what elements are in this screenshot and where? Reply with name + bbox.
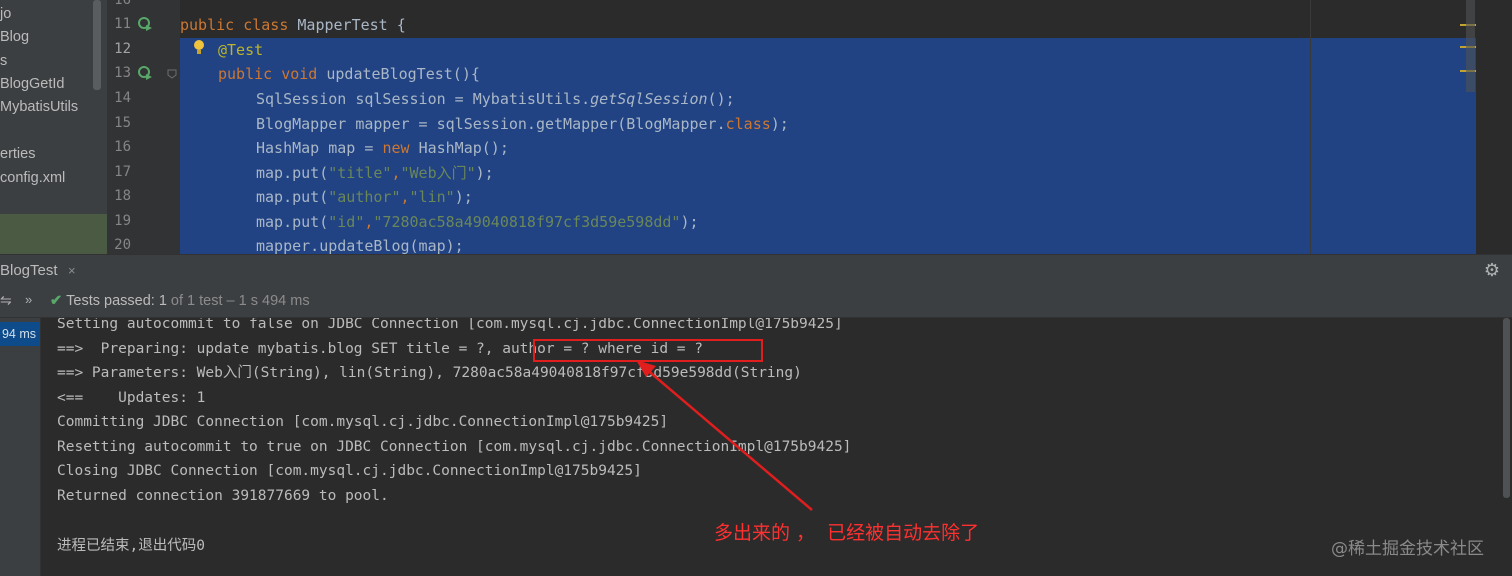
right-margin-guide <box>1310 0 1311 254</box>
code-line-15: BlogMapper mapper = sqlSession.getMapper… <box>256 115 789 133</box>
sidebar-selection <box>0 214 107 254</box>
console-line: ==> Parameters: Web入门(String), lin(Strin… <box>57 365 802 381</box>
fold-icon[interactable] <box>166 68 178 80</box>
sort-icon[interactable]: ⇋ <box>0 292 12 309</box>
sidebar-item[interactable]: config.xml <box>0 167 65 189</box>
highlight-box <box>533 339 763 362</box>
code-line-12: @Test <box>218 41 264 59</box>
sidebar-scrollbar[interactable] <box>93 0 101 90</box>
tab-label: BlogTest <box>0 262 58 279</box>
run-test-icon[interactable] <box>137 16 153 32</box>
line-number: 13 <box>114 65 131 81</box>
chevron-right-icon[interactable]: » <box>25 292 32 307</box>
close-icon[interactable]: × <box>68 255 76 286</box>
gear-icon[interactable]: ⚙ <box>1484 260 1500 281</box>
sidebar-item[interactable]: s <box>0 50 7 72</box>
console-line: Committing JDBC Connection [com.mysql.cj… <box>57 414 669 430</box>
sidebar-item[interactable]: BlogGetId <box>0 73 65 95</box>
line-number: 15 <box>114 115 131 131</box>
line-number: 16 <box>114 0 131 8</box>
sidebar-item[interactable]: jo <box>0 3 11 25</box>
run-tool-window-header: BlogTest × ⚙ <box>0 254 1512 289</box>
tab-blogtest[interactable]: BlogTest <box>0 255 64 289</box>
console-output[interactable]: Setting autocommit to false on JDBC Conn… <box>41 318 1501 576</box>
console-line: 进程已结束,退出代码0 <box>57 538 205 554</box>
line-number: 19 <box>114 213 131 229</box>
sidebar-item[interactable]: Blog <box>0 26 29 48</box>
code-editor[interactable]: public class MapperTest { @Test public v… <box>180 0 1512 254</box>
console-line: Closing JDBC Connection [com.mysql.cj.jd… <box>57 463 642 479</box>
code-line-13: public void updateBlogTest(){ <box>218 65 480 83</box>
sidebar-item[interactable]: erties <box>0 143 35 165</box>
code-line-20: mapper.updateBlog(map); <box>256 237 464 254</box>
check-icon: ✔ <box>50 293 63 309</box>
line-number: 17 <box>114 164 131 180</box>
status-detail: of 1 test – 1 s 494 ms <box>166 293 310 309</box>
code-line-19: map.put("id","7280ac58a49040818f97cf3d59… <box>256 213 699 231</box>
code-line-11: public class MapperTest { <box>180 16 406 34</box>
test-status-bar: ⇋ » ✔ Tests passed: 1 of 1 test – 1 s 494… <box>0 286 1512 318</box>
test-status: ✔ Tests passed: 1 of 1 test – 1 s 494 ms <box>50 286 310 316</box>
console-line: Resetting autocommit to true on JDBC Con… <box>57 439 852 455</box>
console-line: Setting autocommit to false on JDBC Conn… <box>57 318 843 332</box>
line-number: 16 <box>114 139 131 155</box>
line-number: 11 <box>114 16 131 32</box>
editor-scrollbar-thumb[interactable] <box>1466 0 1475 92</box>
watermark: @稀土掘金技术社区 <box>1331 539 1484 559</box>
sidebar-item[interactable]: MybatisUtils <box>0 96 78 118</box>
line-number: 20 <box>114 237 131 253</box>
line-number: 12 <box>114 41 131 57</box>
code-line-18: map.put("author","lin"); <box>256 188 473 206</box>
line-number: 14 <box>114 90 131 106</box>
status-main: Tests passed: 1 <box>66 293 167 309</box>
intention-bulb-icon[interactable] <box>192 39 204 57</box>
run-test-icon[interactable] <box>137 65 153 81</box>
code-line-17: map.put("title","Web入门"); <box>256 164 494 182</box>
console-scrollbar-thumb[interactable] <box>1503 318 1510 498</box>
test-duration: 94 ms <box>1 327 36 341</box>
console-line: <== Updates: 1 <box>57 390 206 406</box>
annotation-text: 多出来的 ， 已经被自动去除了 <box>714 522 980 544</box>
line-number: 18 <box>114 188 131 204</box>
editor-gutter: 16 11 12 13 14 15 16 17 18 19 20 <box>107 0 180 254</box>
console-scrollbar[interactable] <box>1501 318 1512 576</box>
code-line-14: SqlSession sqlSession = MybatisUtils.get… <box>256 90 735 108</box>
console-line: Returned connection 391877669 to pool. <box>57 488 389 504</box>
project-sidebar: jo Blog s BlogGetId MybatisUtils erties … <box>0 0 107 254</box>
test-tree: 94 ms <box>0 318 41 576</box>
code-line-16: HashMap map = new HashMap(); <box>256 139 509 157</box>
